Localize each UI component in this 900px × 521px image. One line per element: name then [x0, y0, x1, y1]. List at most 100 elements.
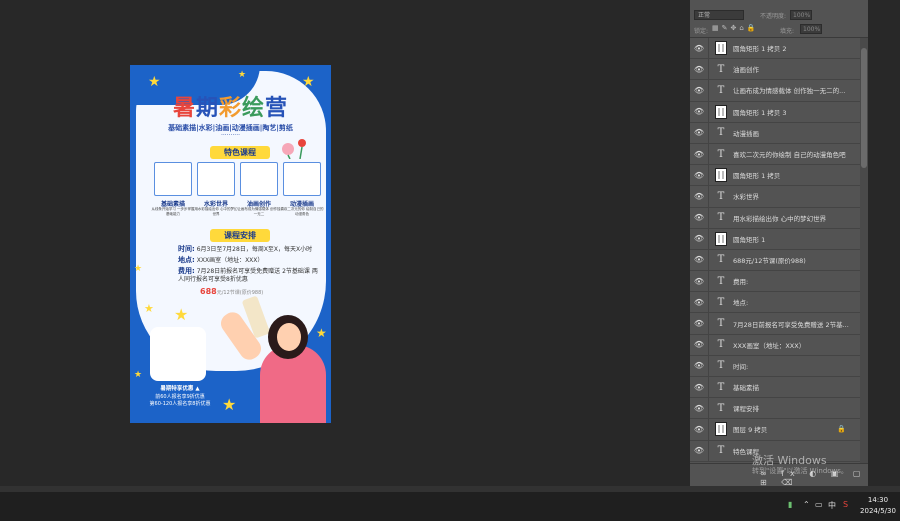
layer-name[interactable]: 基础素描: [733, 382, 759, 392]
layer-row[interactable]: 👁 圆角矩形 1 拷贝: [690, 165, 860, 187]
section-title-features: 特色课程: [210, 146, 270, 159]
layer-name[interactable]: 圆角矩形 1 拷贝 3: [733, 107, 786, 117]
text-layer-icon: T: [717, 148, 725, 160]
blend-mode-select[interactable]: 正常: [694, 10, 744, 20]
layer-name[interactable]: 让画布成为情感载体 创作独一无二的...: [733, 85, 845, 95]
layer-row[interactable]: 👁 T 动漫插画: [690, 122, 860, 144]
visibility-eye-icon[interactable]: 👁: [690, 192, 708, 201]
network-icon[interactable]: ▭: [815, 500, 823, 509]
layer-thumbnail: [715, 231, 727, 246]
layer-row[interactable]: 👁 圆角矩形 1 拷贝 3: [690, 101, 860, 123]
layer-row[interactable]: 👁 T 让画布成为情感载体 创作独一无二的...: [690, 80, 860, 102]
visibility-eye-icon[interactable]: 👁: [690, 361, 708, 370]
visibility-eye-icon[interactable]: 👁: [690, 425, 708, 434]
visibility-eye-icon[interactable]: 👁: [690, 298, 708, 307]
text-layer-icon: T: [717, 296, 725, 308]
lock-label: 锁定:: [694, 28, 709, 35]
visibility-eye-icon[interactable]: 👁: [690, 340, 708, 349]
visibility-eye-icon[interactable]: 👁: [690, 150, 708, 159]
layer-row[interactable]: 👁 T 688元/12节课(原价988): [690, 249, 860, 272]
opacity-label: 不透明度:: [760, 13, 787, 20]
chevron-up-icon[interactable]: ⌃: [803, 500, 810, 509]
text-layer-icon: T: [717, 445, 725, 457]
layer-row[interactable]: 👁 图层 9 拷贝 🔒: [690, 419, 860, 441]
poster-title: 暑期彩绘营: [172, 96, 289, 121]
battery-icon[interactable]: ▮: [788, 500, 792, 509]
visibility-eye-icon[interactable]: 👁: [690, 383, 708, 392]
layer-name[interactable]: XXX画室（地址：XXX）: [733, 340, 805, 350]
document-canvas[interactable]: ★ ★ ★ ★ ★ ★ ★ ★ ★ 暑期彩绘营 基础素描|水彩|油画|动漫插画|…: [130, 65, 331, 423]
layer-name[interactable]: 油画创作: [733, 64, 759, 74]
layer-row[interactable]: 👁 T XXX画室（地址：XXX）: [690, 334, 860, 356]
layer-thumbnail: [715, 104, 727, 119]
layer-row[interactable]: 👁 T 水彩世界: [690, 186, 860, 208]
layer-row[interactable]: 👁 T 喜欢二次元的你绘制 自己的动漫角色吧: [690, 143, 860, 166]
star-icon: ★: [316, 326, 327, 340]
app-tray-icon[interactable]: S: [843, 500, 848, 509]
layer-name[interactable]: 喜欢二次元的你绘制 自己的动漫角色吧: [733, 149, 846, 159]
layer-name[interactable]: 地点:: [733, 297, 748, 307]
course-desc: 让画布成为情感载体 创作独一无二: [237, 207, 281, 216]
course-image-box: [240, 162, 278, 196]
layer-row[interactable]: 👁 T 地点:: [690, 292, 860, 314]
activation-watermark-sub: 转到"设置"以激活 Windows。: [752, 467, 848, 475]
layer-name[interactable]: 动漫插画: [733, 128, 759, 138]
visibility-eye-icon[interactable]: 👁: [690, 213, 708, 222]
layer-name[interactable]: 圆角矩形 1 拷贝 2: [733, 43, 786, 53]
system-clock[interactable]: 14:30 2024/5/30: [858, 495, 898, 517]
layer-row[interactable]: 👁 圆角矩形 1 拷贝 2: [690, 38, 860, 60]
divider: [708, 419, 709, 440]
visibility-eye-icon[interactable]: 👁: [690, 446, 708, 455]
visibility-eye-icon[interactable]: 👁: [690, 171, 708, 180]
visibility-eye-icon[interactable]: 👁: [690, 255, 708, 264]
layer-row[interactable]: 👁 T 用水彩描绘出你 心中的梦幻世界: [690, 207, 860, 229]
layer-row[interactable]: 👁 T 时间:: [690, 355, 860, 377]
layer-thumbnail: [715, 41, 727, 56]
layers-panel: 正常 不透明度: 100% 锁定: ▦✎✥⌂🔒 填充: 100% 👁 圆角矩形 1…: [690, 0, 868, 487]
right-strip: [868, 0, 900, 486]
visibility-eye-icon[interactable]: 👁: [690, 128, 708, 137]
layer-row[interactable]: 👁 T 基础素描: [690, 377, 860, 399]
layers-scrollbar[interactable]: [860, 38, 868, 463]
visibility-eye-icon[interactable]: 👁: [690, 86, 708, 95]
lock-options-icons[interactable]: ▦✎✥⌂🔒: [712, 24, 759, 32]
visibility-eye-icon[interactable]: 👁: [690, 44, 708, 53]
course-desc: 从线条开始学习 一步步掌握基础能力: [151, 207, 195, 216]
layer-thumbnail: [715, 168, 727, 183]
visibility-eye-icon[interactable]: 👁: [690, 277, 708, 286]
layer-row[interactable]: 👁 T 油画创作: [690, 59, 860, 81]
layer-name[interactable]: 水彩世界: [733, 191, 759, 201]
layer-row[interactable]: 👁 T 课程安排: [690, 398, 860, 420]
layer-row[interactable]: 👁 T 费用:: [690, 271, 860, 293]
visibility-eye-icon[interactable]: 👁: [690, 319, 708, 328]
layer-name[interactable]: 圆角矩形 1: [733, 234, 765, 244]
visibility-eye-icon[interactable]: 👁: [690, 107, 708, 116]
flower-icon: [282, 139, 306, 159]
star-icon: ★: [174, 305, 189, 324]
visibility-eye-icon[interactable]: 👁: [690, 65, 708, 74]
layer-name[interactable]: 费用:: [733, 276, 748, 286]
fee-row: 费用: 7月28日前报名可享受免费赠送 2节基础课 两人同行报名可享受8折优惠: [178, 267, 318, 283]
layers-scroll-thumb[interactable]: [861, 48, 867, 168]
layer-name[interactable]: 圆角矩形 1 拷贝: [733, 170, 780, 180]
opacity-input[interactable]: 100%: [790, 10, 812, 20]
time-row: 时间: 6月3日至7月28日，每周X至X，每天X小时: [178, 245, 313, 253]
star-icon: ★: [238, 70, 247, 80]
layer-name[interactable]: 课程安排: [733, 403, 759, 413]
layer-row[interactable]: 👁 圆角矩形 1: [690, 228, 860, 250]
layer-name[interactable]: 用水彩描绘出你 心中的梦幻世界: [733, 213, 826, 223]
offer-title: 暑期特享优惠 ▲: [160, 386, 200, 392]
layer-name[interactable]: 时间:: [733, 361, 748, 371]
layer-row[interactable]: 👁 T 7月28日前报名可享受免费赠送 2节基...: [690, 313, 860, 335]
layers-panel-header: 正常 不透明度: 100% 锁定: ▦✎✥⌂🔒 填充: 100%: [690, 0, 868, 38]
text-layer-icon: T: [717, 190, 725, 202]
layer-name[interactable]: 7月28日前报名可享受免费赠送 2节基...: [733, 319, 849, 329]
layer-name[interactable]: 688元/12节课(原价988): [733, 255, 806, 265]
fill-input[interactable]: 100%: [800, 24, 822, 34]
star-icon: ★: [144, 302, 154, 315]
visibility-eye-icon[interactable]: 👁: [690, 404, 708, 413]
visibility-eye-icon[interactable]: 👁: [690, 234, 708, 243]
layer-name[interactable]: 图层 9 拷贝: [733, 424, 767, 434]
course-desc: 用水彩描绘出你 心中的梦幻世界: [194, 207, 238, 216]
ime-indicator[interactable]: 中: [828, 500, 836, 511]
